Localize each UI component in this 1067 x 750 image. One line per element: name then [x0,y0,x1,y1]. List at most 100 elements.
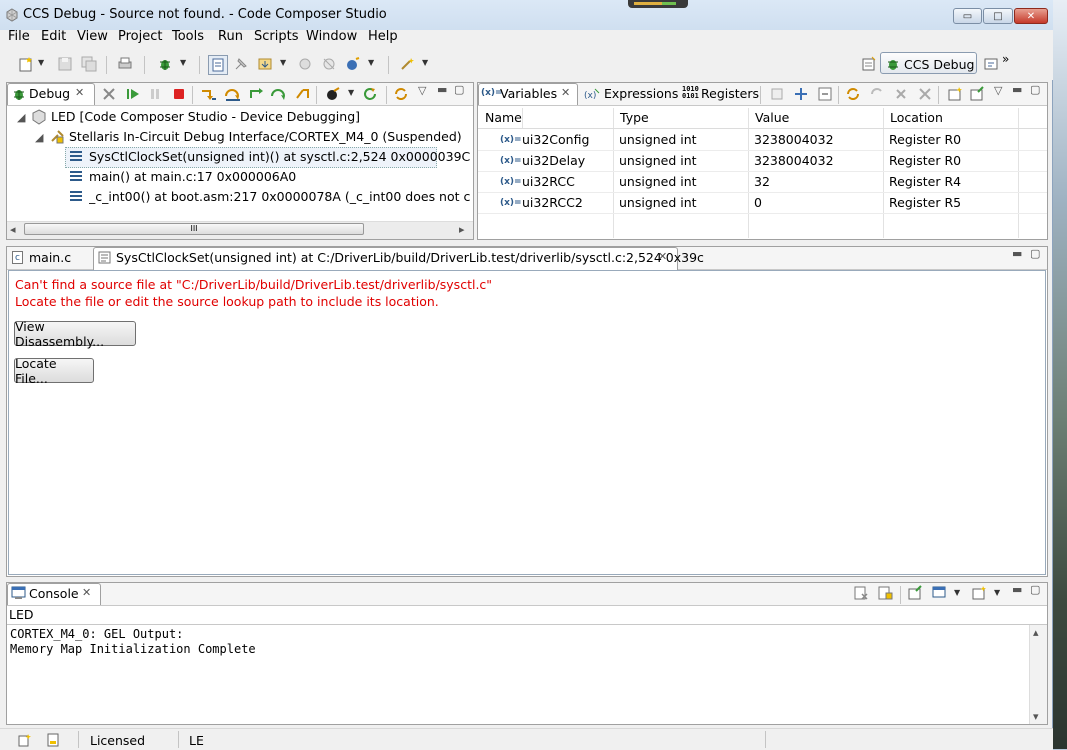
debug-bug-icon[interactable] [156,55,174,73]
save-all-icon[interactable] [80,55,98,73]
scroll-right-icon[interactable]: ▸ [459,223,465,236]
table-row[interactable]: (x)= ui32Delay unsigned int 3238004032 R… [478,151,1047,172]
target-dropdown-icon[interactable]: ▼ [348,88,354,97]
tab-main-c[interactable]: main.c [29,250,71,265]
tab-registers[interactable]: Registers [701,86,759,101]
close-tab-icon[interactable]: ✕ [75,86,84,99]
new-icon[interactable] [17,55,35,73]
restart-icon[interactable] [362,85,380,103]
maximize-view-icon[interactable]: ▢ [454,83,464,96]
scroll-thumb[interactable]: III [24,223,364,235]
skip-breakpoints-icon[interactable] [320,55,338,73]
tree-launch-led[interactable]: LED [Code Composer Studio - Device Debug… [51,107,360,127]
maximize-console-icon[interactable]: ▢ [1030,583,1040,596]
add-global-variables-icon[interactable] [768,85,786,103]
perspective-overflow-icon[interactable]: » [1002,52,1009,66]
column-header-name[interactable]: Name [485,108,523,128]
menu-help[interactable]: Help [368,29,398,44]
close-tab-icon[interactable]: ✕ [658,250,667,263]
view-disassembly-button[interactable]: View Disassembly... [14,319,136,349]
menu-run[interactable]: Run [218,29,243,44]
new-dropdown-icon[interactable]: ▼ [38,58,44,67]
menu-edit[interactable]: Edit [41,29,66,44]
target-status-icon[interactable] [44,731,62,749]
close-tab-icon[interactable]: ✕ [82,586,91,599]
tree-frame-c-int00[interactable]: _c_int00() at boot.asm:217 0x0000078A (_… [89,187,471,207]
debug-dropdown-icon[interactable]: ▼ [180,58,186,67]
pin-console-icon[interactable] [906,584,924,602]
pin-icon[interactable] [232,55,250,73]
tree-frame-sysctlclockset[interactable]: SysCtlClockSet(unsigned int)() at sysctl… [89,147,470,167]
load-program-icon[interactable] [256,55,274,73]
minimize-editor-icon[interactable]: ▬ [1012,247,1022,260]
maximize-editor-icon[interactable]: ▢ [1030,247,1040,260]
remove-all-icon[interactable] [916,85,934,103]
view-menu-icon[interactable]: ▽ [418,84,426,97]
scroll-lock-icon[interactable] [876,584,894,602]
table-row[interactable]: (x)= ui32RCC2 unsigned int 0 Register R5 [478,193,1047,214]
open-console-dropdown-icon[interactable]: ▼ [994,588,1000,597]
menu-project[interactable]: Project [118,29,162,44]
remove-terminated-icon[interactable] [100,85,118,103]
collapse-all-icon[interactable] [816,85,834,103]
view-menu-icon[interactable]: ▽ [994,84,1002,97]
open-console-icon[interactable] [970,584,988,602]
tree-target-thread[interactable]: Stellaris In-Circuit Debug Interface/COR… [69,127,462,147]
connect-target-icon[interactable] [208,55,228,75]
expand-icon[interactable]: ◢ [17,111,25,124]
print-icon[interactable] [116,55,134,73]
variable-value[interactable]: 3238004032 [754,130,834,150]
expand-icon[interactable]: ◢ [35,131,43,144]
column-header-location[interactable]: Location [890,108,943,128]
menu-window[interactable]: Window [306,29,357,44]
save-icon[interactable] [56,55,74,73]
tab-expressions[interactable]: Expressions [604,86,678,101]
maximize-button[interactable]: □ [983,8,1013,24]
minimize-view-icon[interactable]: ▬ [1012,83,1022,96]
refresh-variables-icon[interactable] [844,85,862,103]
launch-dropdown-icon[interactable]: ▼ [368,58,374,67]
ccs-edit-perspective-icon[interactable] [982,55,1000,73]
display-console-dropdown-icon[interactable]: ▼ [954,588,960,597]
menu-file[interactable]: File [8,29,30,44]
step-into-icon[interactable] [200,85,218,103]
minimize-view-icon[interactable]: ▬ [437,83,447,96]
close-button[interactable]: ✕ [1014,8,1048,24]
suspend-icon[interactable] [146,85,164,103]
remove-icon[interactable] [892,85,910,103]
variable-value[interactable]: 0 [754,193,762,213]
column-header-value[interactable]: Value [755,108,789,128]
target-bug-icon[interactable] [324,85,342,103]
open-perspective-icon[interactable] [860,55,878,73]
clear-console-icon[interactable] [852,584,870,602]
tree-frame-main[interactable]: main() at main.c:17 0x000006A0 [89,167,296,187]
column-header-type[interactable]: Type [620,108,649,128]
step-over-icon[interactable] [224,85,242,103]
resume-icon[interactable] [124,85,142,103]
locate-file-button[interactable]: Locate File... [14,356,94,386]
continuous-refresh-icon[interactable] [868,85,886,103]
refresh-icon[interactable] [392,85,410,103]
terminate-icon[interactable] [170,85,188,103]
scroll-left-icon[interactable]: ◂ [10,223,16,236]
reset-icon[interactable] [294,85,312,103]
tools-dropdown-icon[interactable]: ▼ [422,58,428,67]
new-view-icon[interactable] [946,85,964,103]
breakpoint-disabled-icon[interactable] [296,55,314,73]
tools-wand-icon[interactable] [398,55,416,73]
close-tab-icon[interactable]: ✕ [561,86,570,99]
menu-tools[interactable]: Tools [172,29,204,44]
menu-scripts[interactable]: Scripts [254,29,298,44]
display-console-icon[interactable] [930,584,948,602]
maximize-view-icon[interactable]: ▢ [1030,83,1040,96]
table-row[interactable]: (x)= ui32Config unsigned int 3238004032 … [478,130,1047,151]
launch-icon[interactable] [344,55,362,73]
minimize-button[interactable]: ▭ [953,8,982,24]
table-row[interactable]: (x)= ui32RCC unsigned int 32 Register R4 [478,172,1047,193]
pin-view-icon[interactable] [968,85,986,103]
step-return-icon[interactable] [248,85,266,103]
fast-view-icon[interactable] [16,731,34,749]
variable-value[interactable]: 32 [754,172,770,192]
menu-view[interactable]: View [77,29,108,44]
assembly-step-over-icon[interactable] [270,85,288,103]
